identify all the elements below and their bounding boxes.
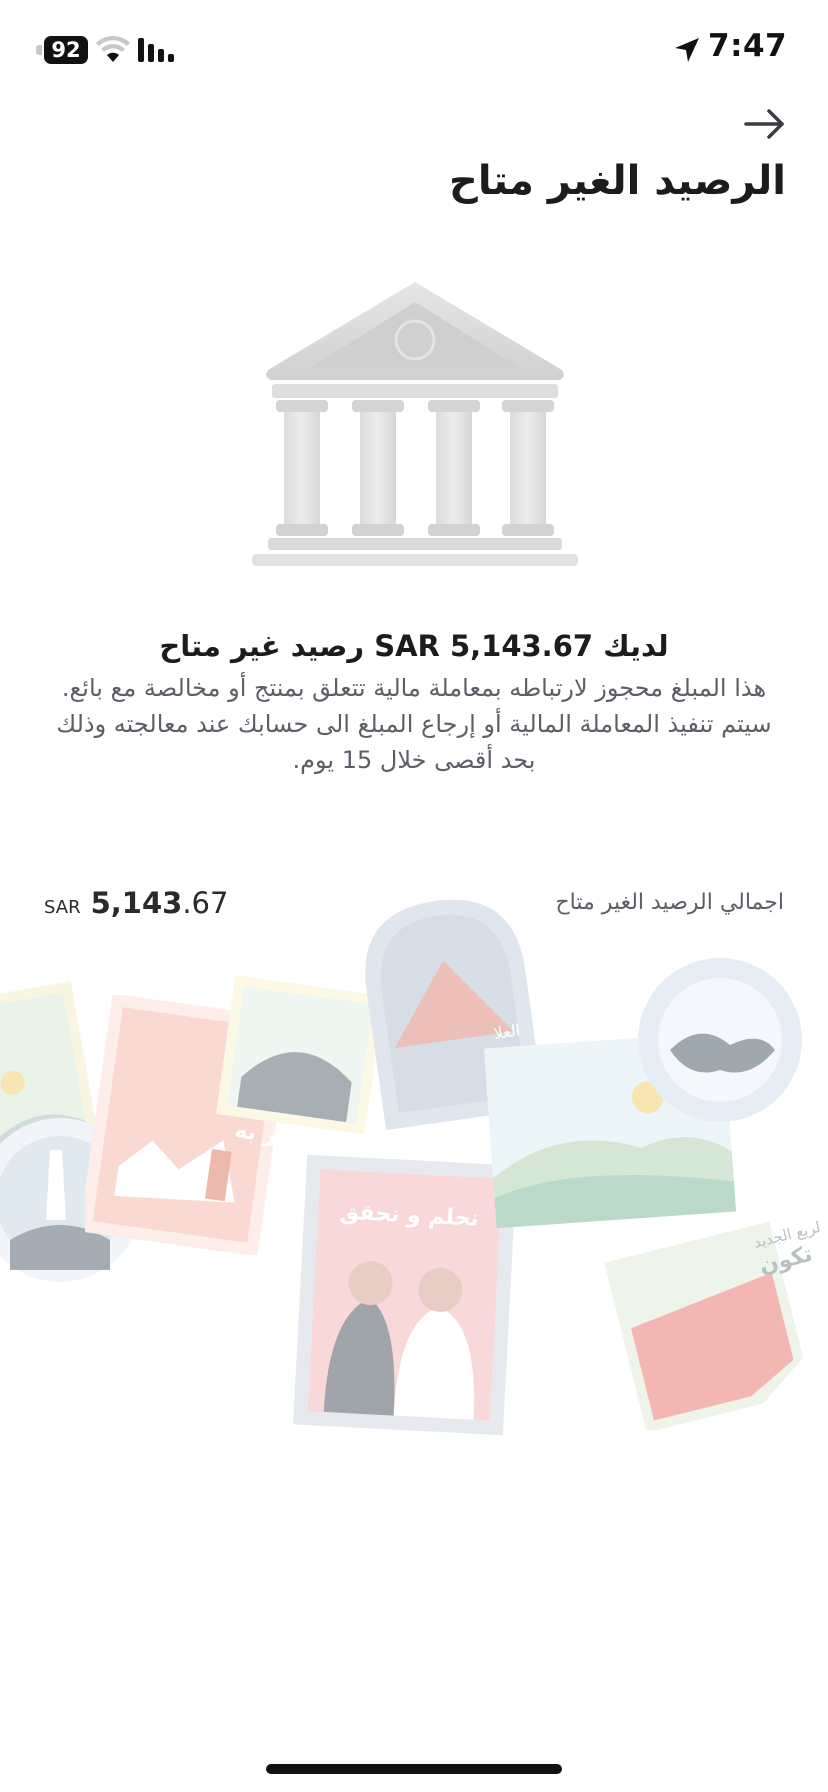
bank-building-icon bbox=[252, 282, 578, 566]
status-time: 7:47 bbox=[708, 28, 788, 64]
status-bar: 92 7:47 bbox=[0, 0, 828, 100]
balance-description: هذا المبلغ محجوز لارتباطه بمعاملة مالية … bbox=[56, 674, 772, 774]
signal-icon bbox=[138, 38, 174, 62]
battery-level: 92 bbox=[44, 36, 88, 64]
location-arrow-icon bbox=[675, 38, 699, 62]
page-title: الرصيد الغير متاح bbox=[448, 158, 786, 204]
wifi-icon bbox=[96, 35, 130, 62]
unavailable-balance-message: لديك SAR 5,143.67 رصيد غير متاح هذا المب… bbox=[40, 622, 788, 778]
arrow-right-icon[interactable] bbox=[742, 104, 788, 144]
home-indicator[interactable] bbox=[266, 1764, 562, 1774]
stamp-seal bbox=[638, 958, 802, 1122]
balance-headline: لديك SAR 5,143.67 رصيد غير متاح bbox=[159, 629, 669, 663]
stamps-decoration: الدرعية مجد نعتز به نحلم و نحقق bbox=[0, 880, 828, 1440]
stamp-new-quarter: الربع الجديد حلم تكون bbox=[604, 1217, 820, 1430]
battery-icon: 92 bbox=[36, 36, 88, 64]
